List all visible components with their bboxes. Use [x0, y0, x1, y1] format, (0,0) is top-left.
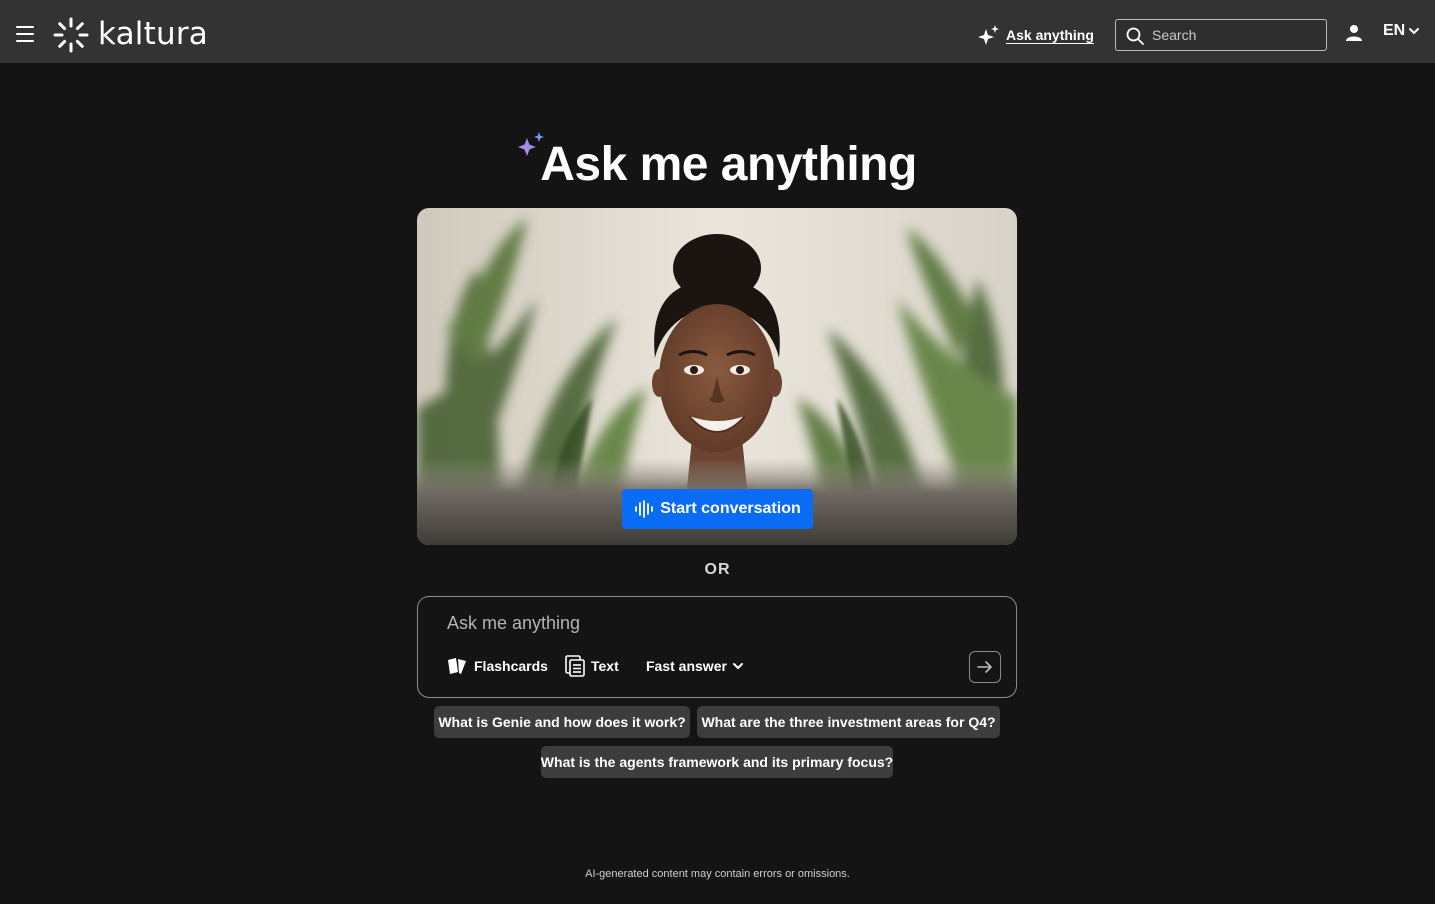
page-title-text: Ask me anything [540, 138, 917, 191]
language-selector[interactable]: EN [1383, 22, 1420, 40]
top-navigation-bar: kaltura Ask anything EN [0, 0, 1435, 63]
flashcards-icon [448, 658, 466, 674]
sparkle-icon [978, 25, 999, 45]
user-icon[interactable] [1345, 24, 1363, 42]
answer-mode-dropdown[interactable]: Fast answer [646, 654, 743, 678]
chevron-down-icon [732, 663, 743, 670]
arrow-right-icon [977, 661, 992, 673]
text-label: Text [591, 658, 619, 674]
search-box[interactable] [1115, 19, 1327, 51]
start-conversation-button[interactable]: Start conversation [622, 489, 813, 529]
brand-name[interactable]: kaltura [98, 14, 208, 54]
page-title: Ask me anything [518, 130, 917, 200]
language-label: EN [1383, 22, 1406, 39]
send-button[interactable] [969, 651, 1001, 683]
text-document-icon [565, 655, 585, 677]
or-divider: OR [704, 561, 731, 578]
ask-anything-link[interactable]: Ask anything [978, 22, 1094, 48]
suggestion-chip[interactable]: What is Genie and how does it work? [434, 706, 690, 738]
chevron-down-icon [1409, 28, 1420, 35]
ask-box: Flashcards Text Fast answer [417, 596, 1017, 698]
ai-disclaimer: AI-generated content may contain errors … [585, 868, 850, 880]
flashcards-button[interactable]: Flashcards [446, 654, 548, 678]
flashcards-label: Flashcards [474, 658, 548, 674]
suggestion-chip[interactable]: What are the three investment areas for … [697, 706, 1000, 738]
sparkle-icon [518, 132, 545, 156]
text-button[interactable]: Text [565, 654, 619, 678]
search-input[interactable] [1150, 23, 1320, 47]
start-conversation-label: Start conversation [660, 500, 801, 517]
title-wrapper: Ask me anything [0, 130, 1435, 200]
answer-mode-label: Fast answer [646, 658, 727, 674]
voice-wave-icon [635, 500, 654, 518]
menu-icon[interactable] [16, 26, 34, 42]
kaltura-logo-icon[interactable] [52, 16, 90, 54]
ask-input[interactable] [445, 611, 985, 639]
ask-anything-label: Ask anything [1006, 27, 1094, 43]
search-icon [1126, 27, 1144, 45]
suggestion-chip[interactable]: What is the agents framework and its pri… [541, 746, 893, 778]
